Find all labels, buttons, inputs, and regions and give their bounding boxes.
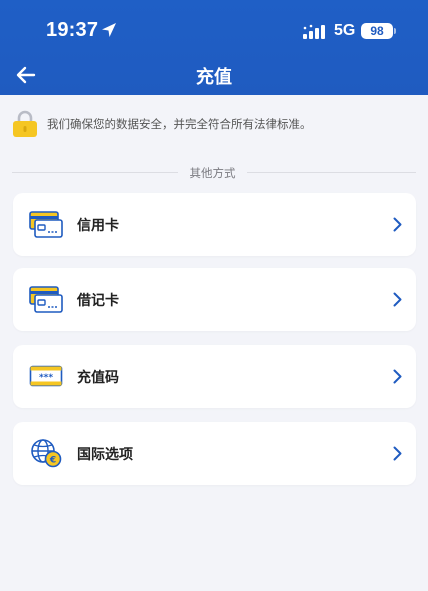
location-arrow-icon [102, 23, 116, 37]
divider-line-right [247, 172, 416, 173]
chevron-right-icon [393, 292, 402, 307]
chevron-right-icon [393, 446, 402, 461]
chevron-right-icon [393, 369, 402, 384]
chevron-right-icon [393, 217, 402, 232]
option-debit-card[interactable]: 借记卡 [13, 268, 416, 331]
status-time: 19:37 [46, 19, 99, 41]
option-voucher-code[interactable]: *** 充值码 [13, 345, 416, 408]
header-bar: 19:37 5G 98 充值 [0, 0, 428, 95]
international-globe-icon: € [31, 439, 62, 468]
debit-card-icon [29, 286, 63, 313]
battery-tip [394, 28, 396, 34]
battery-indicator: 98 [361, 23, 393, 39]
voucher-code-icon: *** [29, 365, 63, 387]
svg-text:€: € [49, 456, 56, 466]
page-title: 充值 [196, 67, 232, 88]
credit-card-icon [29, 211, 63, 238]
signal-icon [303, 24, 325, 39]
network-label: 5G [334, 22, 356, 39]
option-label: 国际选项 [77, 447, 133, 463]
option-credit-card[interactable]: 信用卡 [13, 193, 416, 256]
option-label: 信用卡 [77, 218, 119, 234]
option-label: 充值码 [77, 370, 119, 386]
option-label: 借记卡 [77, 293, 119, 309]
status-bar: 19:37 5G 98 [0, 0, 428, 62]
divider-line-left [12, 172, 178, 173]
option-international[interactable]: € 国际选项 [13, 422, 416, 485]
svg-text:***: *** [39, 373, 53, 383]
security-notice-text: 我们确保您的数据安全，并完全符合所有法律标准。 [47, 117, 312, 131]
lock-icon [13, 110, 37, 137]
section-label: 其他方式 [189, 166, 236, 180]
